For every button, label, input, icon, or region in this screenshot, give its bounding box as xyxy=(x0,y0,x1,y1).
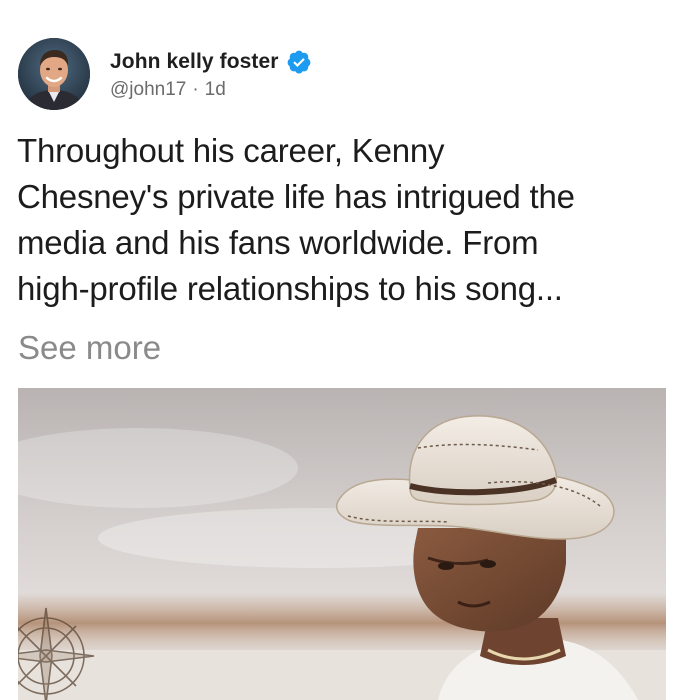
author-name[interactable]: John kelly foster xyxy=(110,50,279,74)
avatar-image xyxy=(18,38,90,110)
see-more-link[interactable]: See more xyxy=(18,325,161,371)
post-meta: @john17 · 1d xyxy=(110,79,312,101)
cowboy-hat-photo xyxy=(18,388,666,700)
avatar[interactable] xyxy=(18,38,90,110)
author-name-row: John kelly foster xyxy=(110,47,312,77)
author-block: John kelly foster @john17 · 1d xyxy=(110,38,312,110)
author-handle[interactable]: @john17 xyxy=(110,79,186,101)
meta-separator: · xyxy=(192,79,199,100)
post-body-text: Throughout his career, Kenny Chesney's p… xyxy=(17,132,575,307)
verified-badge-icon xyxy=(286,49,312,75)
post-header: John kelly foster @john17 · 1d xyxy=(18,38,312,110)
post-media-image[interactable] xyxy=(18,388,666,700)
post-timestamp[interactable]: 1d xyxy=(205,79,226,101)
